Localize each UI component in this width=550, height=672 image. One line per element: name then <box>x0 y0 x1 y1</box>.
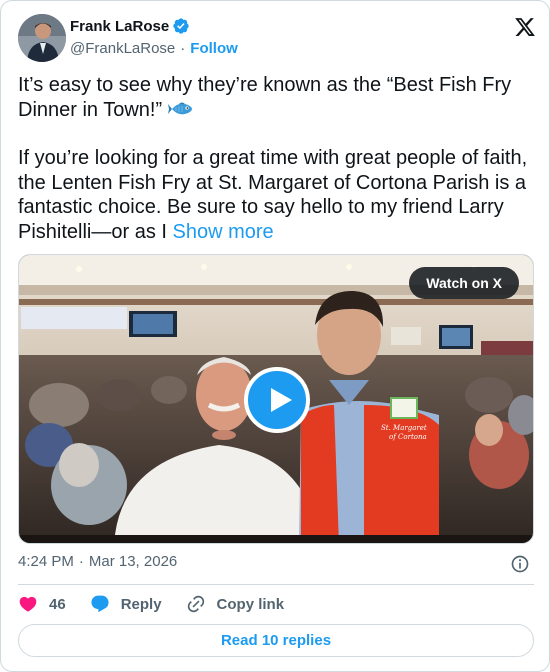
verified-badge-icon <box>173 18 189 34</box>
fish-emoji-icon <box>168 102 193 114</box>
x-logo-icon[interactable] <box>514 16 536 38</box>
author-handle-row: @FrankLaRose · Follow <box>70 40 238 57</box>
post-text: It’s easy to see why they’re known as th… <box>18 73 534 244</box>
post-header: Frank LaRose @FrankLaRose · Follow <box>18 14 538 62</box>
play-icon <box>271 388 292 412</box>
vest-text-line-2: of Cortona <box>389 433 427 441</box>
reply-button[interactable]: Reply <box>90 594 162 614</box>
post-timestamp[interactable]: 4:24 PM · Mar 13, 2026 <box>18 553 177 570</box>
separator-dot: · <box>78 553 84 570</box>
separator-dot: · <box>180 40 186 57</box>
reply-label: Reply <box>120 595 162 613</box>
like-count: 46 <box>49 595 66 613</box>
post-date: Mar 13, 2026 <box>88 553 178 570</box>
copy-link-button[interactable]: Copy link <box>186 594 285 614</box>
show-more-link[interactable]: Show more <box>173 221 274 243</box>
heart-icon <box>19 596 37 612</box>
post-card: Frank LaRose @FrankLaRose · Follow It’s … <box>0 0 550 672</box>
author-handle[interactable]: @FrankLaRose <box>70 40 175 57</box>
play-button[interactable] <box>244 367 310 433</box>
link-icon <box>187 595 204 613</box>
video-player[interactable]: St. Margaret of Cortona Watch on X <box>18 254 534 544</box>
watch-on-x-button[interactable]: Watch on X <box>409 267 519 299</box>
vest-text-line-1: St. Margaret <box>381 424 427 432</box>
action-bar: 46 Reply Copy link <box>18 593 308 615</box>
info-icon[interactable] <box>510 554 530 574</box>
avatar[interactable] <box>18 14 66 62</box>
post-time: 4:24 PM <box>18 553 74 570</box>
author-name-row: Frank LaRose <box>70 17 190 35</box>
post-paragraph-2: If you’re looking for a great time with … <box>18 146 534 244</box>
author-name[interactable]: Frank LaRose <box>70 18 169 35</box>
reply-bubble-icon <box>91 595 109 613</box>
divider <box>18 584 534 585</box>
post-line-1: It’s easy to see why they’re known as th… <box>18 73 534 122</box>
follow-button[interactable]: Follow <box>190 40 238 57</box>
like-button[interactable]: 46 <box>18 594 66 614</box>
post-line-1-text: It’s easy to see why they’re known as th… <box>18 74 512 121</box>
read-replies-button[interactable]: Read 10 replies <box>18 624 534 657</box>
copy-link-label: Copy link <box>216 595 285 613</box>
